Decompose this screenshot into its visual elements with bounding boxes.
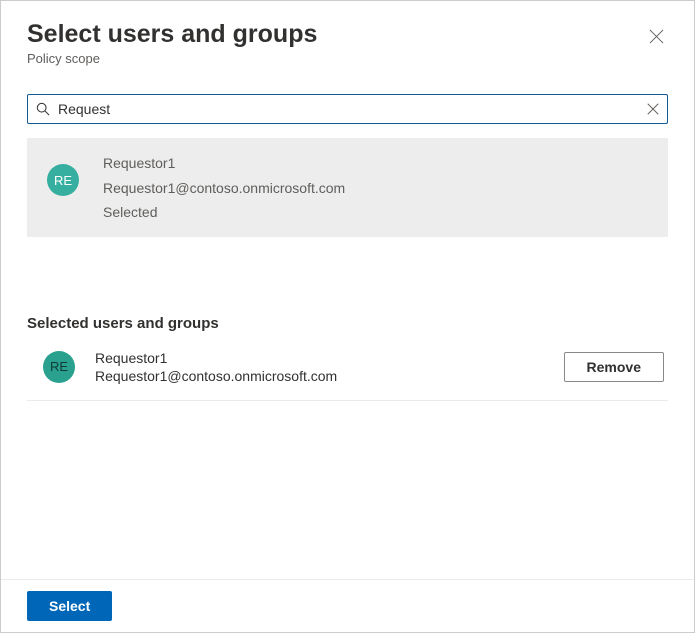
- panel-header: Select users and groups Policy scope: [27, 19, 668, 66]
- close-icon: [647, 102, 659, 119]
- avatar: RE: [43, 351, 75, 383]
- selected-user-name: Requestor1: [95, 350, 564, 366]
- select-button[interactable]: Select: [27, 591, 112, 621]
- result-text-block: Requestor1 Requestor1@contoso.onmicrosof…: [103, 154, 345, 223]
- clear-search-button[interactable]: [647, 103, 659, 115]
- search-result-item[interactable]: RE Requestor1 Requestor1@contoso.onmicro…: [27, 138, 668, 237]
- panel-title: Select users and groups: [27, 19, 317, 49]
- search-input[interactable]: [56, 100, 647, 118]
- panel-footer: Select: [1, 579, 694, 632]
- result-status: Selected: [103, 203, 345, 223]
- selected-user-row: RE Requestor1 Requestor1@contoso.onmicro…: [27, 332, 668, 401]
- search-icon: [36, 102, 50, 116]
- close-icon: [649, 31, 664, 48]
- selected-section-title: Selected users and groups: [27, 315, 668, 332]
- remove-button[interactable]: Remove: [564, 352, 664, 382]
- selected-text-block: Requestor1 Requestor1@contoso.onmicrosof…: [95, 350, 564, 384]
- selected-user-email: Requestor1@contoso.onmicrosoft.com: [95, 368, 564, 384]
- result-email: Requestor1@contoso.onmicrosoft.com: [103, 179, 345, 199]
- search-box[interactable]: [27, 94, 668, 124]
- select-users-panel: Select users and groups Policy scope RE …: [1, 1, 694, 632]
- header-text-block: Select users and groups Policy scope: [27, 19, 317, 66]
- avatar: RE: [47, 164, 79, 196]
- panel-subtitle: Policy scope: [27, 51, 317, 66]
- result-name: Requestor1: [103, 154, 345, 174]
- close-button[interactable]: [645, 25, 668, 48]
